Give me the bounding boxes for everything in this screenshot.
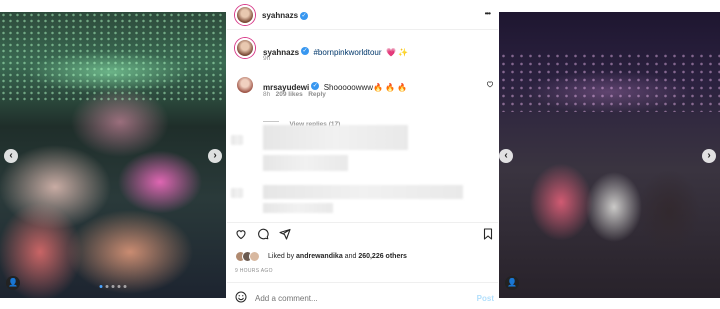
- header-username[interactable]: syahnazs ✓: [262, 11, 309, 20]
- emoji-icon[interactable]: [235, 291, 247, 303]
- post-comment-button[interactable]: Post: [477, 294, 494, 303]
- next-photo-arrow-icon[interactable]: ›: [208, 149, 222, 163]
- caption-emojis: 💗 ✨: [385, 48, 409, 57]
- bookmark-icon[interactable]: [482, 228, 494, 240]
- caption-hashtag[interactable]: #bornpinkworldtour: [313, 48, 381, 57]
- comment-divider: [227, 282, 498, 283]
- tagged-people-icon[interactable]: 👤: [505, 276, 519, 290]
- verified-icon: ✓: [311, 81, 320, 90]
- caption-time: 9h: [263, 55, 271, 62]
- verified-icon: ✓: [300, 11, 309, 20]
- liked-by-user[interactable]: andrewandika: [296, 253, 343, 260]
- left-photo[interactable]: ‹ › 👤: [0, 12, 226, 298]
- comment-likes[interactable]: 209 likes: [276, 91, 303, 98]
- caption-avatar[interactable]: [235, 38, 255, 58]
- comment-like-heart-icon[interactable]: [486, 80, 494, 88]
- reply-button[interactable]: Reply: [308, 91, 326, 98]
- actions-divider: [227, 222, 498, 223]
- blurred-comment: [263, 185, 463, 199]
- share-icon[interactable]: [279, 228, 291, 240]
- comment-time: 8h: [263, 91, 271, 98]
- liked-by-avatars[interactable]: [235, 251, 263, 262]
- likes-joiner: and: [344, 253, 357, 260]
- post-panel: syahnazs ✓ ••• syahnazs ✓ #bornpinkworldto…: [227, 0, 498, 309]
- stadium-lights: [499, 52, 720, 112]
- comment-text: Shooooowww🔥 🔥 🔥: [323, 83, 408, 92]
- more-options-icon[interactable]: •••: [485, 9, 491, 18]
- add-comment-input[interactable]: [255, 292, 455, 304]
- right-photo[interactable]: ‹ › 👤: [499, 12, 720, 298]
- author-avatar[interactable]: [235, 5, 255, 25]
- blurred-avatar: [231, 135, 243, 145]
- comment-icon[interactable]: [257, 228, 269, 240]
- previous-photo-arrow-icon[interactable]: ‹: [4, 149, 18, 163]
- blurred-comment: [263, 203, 333, 213]
- blurred-avatar: [231, 188, 243, 198]
- likes-summary: Liked by andrewandika and 260,226 others: [268, 253, 407, 260]
- replies-divider: [263, 121, 279, 123]
- post-header: syahnazs ✓ •••: [227, 0, 498, 30]
- like-heart-icon[interactable]: [235, 228, 247, 240]
- carousel-dots: [99, 285, 127, 288]
- liked-by-prefix: Liked by: [268, 253, 295, 260]
- comment-meta: 8h 209 likes Reply: [263, 91, 326, 98]
- liker-avatar: [249, 251, 260, 262]
- tagged-people-icon[interactable]: 👤: [6, 276, 20, 290]
- verified-icon: ✓: [301, 46, 310, 55]
- blurred-comment: [263, 125, 408, 150]
- commenter-avatar[interactable]: [235, 75, 255, 95]
- next-photo-arrow-icon[interactable]: ›: [702, 149, 716, 163]
- stadium-lights: [0, 12, 226, 102]
- post-timestamp: 9 HOURS AGO: [235, 268, 273, 274]
- likes-count[interactable]: 260,226 others: [358, 253, 407, 260]
- previous-photo-arrow-icon[interactable]: ‹: [499, 149, 513, 163]
- header-username-text[interactable]: syahnazs: [262, 11, 298, 20]
- caption: syahnazs ✓ #bornpinkworldtour 💗 ✨: [263, 42, 408, 60]
- blurred-comment: [263, 155, 348, 171]
